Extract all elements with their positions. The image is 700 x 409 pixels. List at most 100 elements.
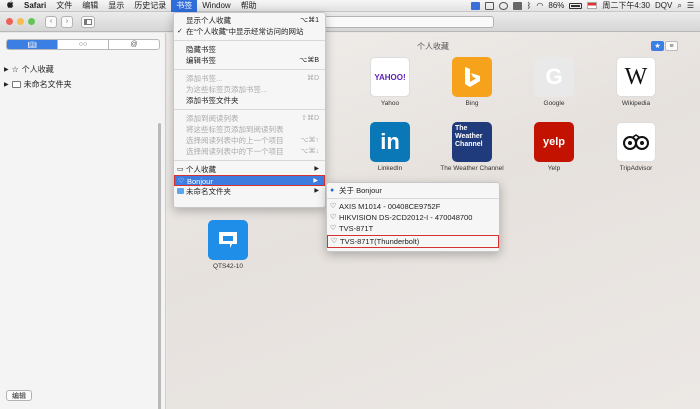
tile-linkedin[interactable]: in	[370, 122, 410, 162]
sidebar-item-favorites[interactable]: ▶ ☆ 个人收藏	[4, 64, 54, 75]
back-button[interactable]: ‹	[45, 15, 57, 28]
flag-icon[interactable]	[587, 2, 598, 9]
bonjour-icon: ♡	[330, 225, 337, 232]
menu-item-label: 添加书签文件夹	[186, 96, 239, 105]
menu-bookmarks[interactable]: 书签	[171, 0, 198, 12]
disclosure-triangle-icon[interactable]: ▶	[4, 81, 9, 88]
sync-icon[interactable]	[498, 1, 508, 10]
tile-label: The Weather Channel	[440, 165, 504, 172]
list-view-button[interactable]: ≡	[665, 41, 678, 51]
menu-item-label: 未命名文件夹	[186, 187, 231, 196]
tile-wikipedia[interactable]: W	[616, 57, 656, 97]
tile-yahoo[interactable]: YAHOO!	[370, 57, 410, 97]
sidebar-icon	[84, 18, 92, 25]
user-name[interactable]: DQV	[655, 1, 672, 10]
sidebar-item-untitled-folder[interactable]: ▶ 未命名文件夹	[4, 79, 72, 90]
chevron-left-icon: ‹	[49, 18, 53, 25]
menu-item-tvs871t[interactable]: ♡ TVS-871T	[327, 223, 499, 234]
chevron-right-icon: ›	[65, 18, 69, 25]
menu-window[interactable]: Window	[197, 0, 235, 12]
menu-item-label: 显示个人收藏	[186, 16, 231, 25]
sidebar-toggle-button[interactable]	[81, 15, 95, 28]
notification-center-icon[interactable]: ☰	[687, 1, 694, 10]
tile-bing[interactable]	[452, 57, 492, 97]
menu-item-hide-bookmarks[interactable]: 隐藏书签	[174, 44, 325, 55]
menu-item-add-bookmark-folder[interactable]: 添加书签文件夹	[174, 95, 325, 106]
menu-item-label: 添加书签...	[186, 74, 223, 83]
menu-item-label: TVS-871T	[339, 224, 374, 233]
battery-icon[interactable]	[569, 2, 583, 9]
disclosure-triangle-icon[interactable]: ▶	[4, 66, 9, 73]
yelp-logo: yelp	[542, 136, 565, 148]
edit-button[interactable]: 编辑	[6, 390, 32, 401]
menu-view[interactable]: 显示	[103, 0, 129, 12]
menu-item-favorites[interactable]: ▭ 个人收藏 ▶	[174, 164, 325, 175]
close-window-button[interactable]	[6, 18, 13, 25]
time-machine-icon[interactable]	[512, 1, 522, 10]
menu-item-bookmark-tabs: 为这些标签页添加书签...	[174, 84, 325, 95]
menu-item-label: 关于 Bonjour	[339, 186, 382, 195]
wifi-icon[interactable]: ◠	[536, 1, 543, 10]
menu-item-label: AXIS M1014 - 00408CE9752F	[339, 202, 441, 211]
menu-safari[interactable]: Safari	[19, 0, 51, 12]
menu-item-label: 在“个人收藏”中显示经常访问的网站	[186, 27, 304, 36]
tile-weather-channel[interactable]: The Weather Channel	[452, 122, 492, 162]
globe-icon: ●	[330, 187, 335, 194]
sidebar-scrollbar[interactable]	[158, 123, 161, 409]
toolbar: ‹ ›	[0, 12, 700, 32]
page-title: 个人收藏	[417, 42, 449, 51]
google-logo: G	[545, 64, 563, 89]
tile-google[interactable]: G	[534, 57, 574, 97]
address-bar[interactable]	[322, 16, 494, 28]
menu-item-add-to-reading-list: 添加到阅读列表 ⇧⌘D	[174, 113, 325, 124]
menu-file[interactable]: 文件	[51, 0, 77, 12]
bluetooth-icon[interactable]: ᛒ	[527, 1, 532, 10]
tile-qts42[interactable]	[208, 220, 248, 260]
tab-reading-list[interactable]: ○○	[58, 40, 109, 49]
bonjour-submenu: ● 关于 Bonjour ♡ AXIS M1014 - 00408CE9752F ♡…	[326, 182, 500, 252]
weather-channel-logo: The Weather Channel	[455, 125, 483, 148]
menu-edit[interactable]: 编辑	[77, 0, 103, 12]
menu-item-label: HIKVISION DS-2CD2012-I - 470048700	[339, 213, 473, 222]
search-icon[interactable]: ⌕	[677, 1, 681, 11]
menu-help[interactable]: 帮助	[236, 0, 262, 12]
tab-shared-links[interactable]: @	[109, 40, 159, 49]
tab-bookmarks[interactable]: 📖︎	[7, 40, 58, 49]
tile-yelp[interactable]: yelp	[534, 122, 574, 162]
checkmark-icon: ✓	[177, 28, 183, 35]
menu-item-axis[interactable]: ♡ AXIS M1014 - 00408CE9752F	[327, 201, 499, 212]
tile-tripadvisor[interactable]	[616, 122, 656, 162]
sidebar-item-label: 个人收藏	[21, 65, 54, 74]
menu-item-hikvision[interactable]: ♡ HIKVISION DS-2CD2012-I - 470048700	[327, 212, 499, 223]
menu-item-tvs871t-thunderbolt[interactable]: ♡ TVS-871T(Thunderbolt)	[327, 235, 499, 248]
menu-item-label: Bonjour	[187, 177, 213, 186]
glasses-icon: ○○	[78, 41, 88, 48]
menu-separator	[327, 198, 499, 199]
menu-item-untitled-folder[interactable]: 未命名文件夹 ▶	[174, 186, 325, 197]
tile-label: Wikipedia	[621, 100, 651, 107]
shortcut: ⌥⌘1	[300, 17, 319, 24]
menu-item-show-favorites[interactable]: 显示个人收藏 ⌥⌘1	[174, 15, 325, 26]
tile-label: Google	[543, 100, 565, 107]
menu-separator	[174, 40, 325, 41]
display-icon[interactable]	[484, 1, 494, 10]
forward-button[interactable]: ›	[61, 15, 73, 28]
minimize-window-button[interactable]	[17, 18, 24, 25]
folder-icon	[177, 188, 184, 194]
favorites-view-button[interactable]: ★	[651, 41, 664, 51]
status-area: ᛒ ◠ 86% 周二下午4:30 DQV ⌕ ☰	[470, 0, 700, 11]
skype-icon[interactable]	[470, 1, 480, 10]
menu-item-bonjour[interactable]: ♡ Bonjour ▶	[174, 175, 325, 186]
menu-item-edit-bookmarks[interactable]: 编辑书签 ⌥⌘B	[174, 55, 325, 66]
zoom-window-button[interactable]	[28, 18, 35, 25]
menu-history[interactable]: 历史记录	[129, 0, 171, 12]
menu-item-label: 添加到阅读列表	[186, 114, 239, 123]
folder-icon	[11, 81, 21, 88]
submenu-arrow-icon: ▶	[314, 188, 319, 194]
clock[interactable]: 周二下午4:30	[602, 0, 650, 11]
menu-item-show-frequent-sites[interactable]: ✓ 在“个人收藏”中显示经常访问的网站	[174, 26, 325, 37]
menu-item-about-bonjour[interactable]: ● 关于 Bonjour	[327, 185, 499, 196]
sidebar: 📖︎ ○○ @ ▶ ☆ 个人收藏 ▶ 未命名文件夹 编辑	[0, 33, 166, 409]
apple-menu-icon[interactable]	[0, 0, 19, 12]
sidebar-item-label: 未命名文件夹	[23, 80, 72, 89]
